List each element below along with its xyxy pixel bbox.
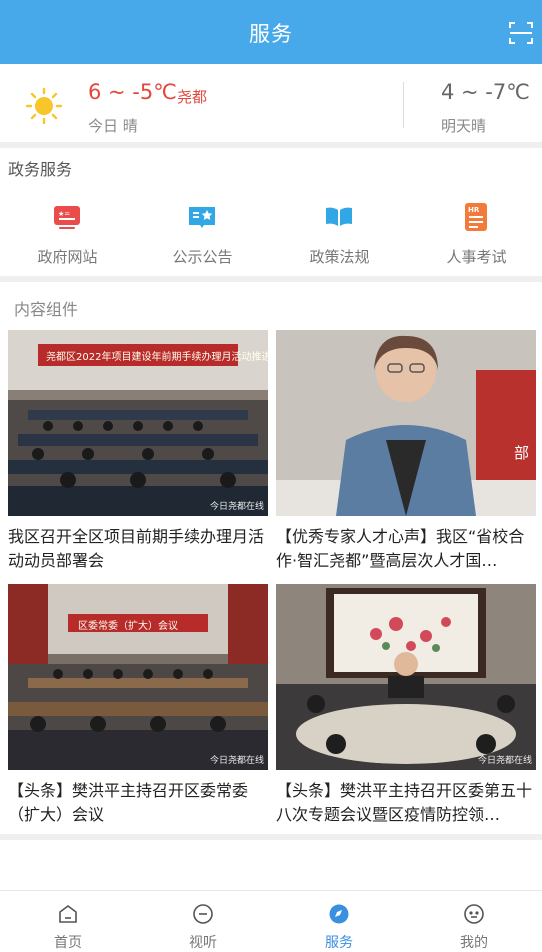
city-name: 尧都 (177, 88, 208, 106)
divider (403, 82, 404, 128)
today-temperature: 6 ~ -5℃ (88, 80, 177, 104)
home-icon (57, 903, 79, 925)
hr-exam-icon: HR (461, 202, 491, 232)
tab-label: 我的 (460, 935, 488, 951)
page-title: 服务 (249, 22, 293, 46)
book-icon (324, 202, 354, 232)
gov-item-hr-exam[interactable]: HR 人事考试 (409, 196, 542, 274)
svg-text:★=: ★= (58, 210, 70, 218)
tab-label: 视听 (189, 935, 217, 951)
banner-text: 区委常委（扩大）会议 (78, 621, 178, 632)
banner-text: 尧都区2022年项目建设年前期手续办理月活动推进会 (46, 352, 268, 363)
news-title: 【头条】樊洪平主持召开区委常委（扩大）会议 (8, 781, 249, 824)
content-section-title: 内容组件 (14, 300, 79, 319)
bottom-tab-bar: 首页 视听 服务 我的 (0, 890, 542, 952)
news-card[interactable]: 今日尧都在线 区委常委（扩大）会议 【头条】樊洪平主持召开区委常委（扩大）会议 (8, 584, 268, 830)
notice-icon (187, 202, 217, 232)
tab-media[interactable]: 视听 (135, 891, 271, 952)
tab-profile[interactable]: 我的 (406, 891, 542, 952)
tomorrow-weather: 明天晴 (441, 117, 487, 135)
weather-panel[interactable]: 6 ~ -5℃ 尧都 今日 晴 4 ~ -7℃ 明天晴 (0, 64, 542, 144)
news-image: 今日尧都在线 区委常委（扩大）会议 (8, 584, 268, 770)
banner-text: 部 (514, 444, 530, 462)
today-weather: 今日 晴 (88, 117, 138, 135)
gov-item-label: 人事考试 (446, 248, 507, 266)
tab-label: 服务 (325, 935, 353, 951)
profile-icon (463, 903, 485, 925)
tomorrow-temperature: 4 ~ -7℃ (441, 80, 530, 104)
news-card[interactable]: 今日尧都在线 尧都区2022年项目建设年前期手续办理月活动推进会 我区召开全区项… (8, 330, 268, 576)
gov-item-notice[interactable]: 公示公告 (135, 196, 270, 274)
news-image: 今日尧都在线 尧都区2022年项目建设年前期手续办理月活动推进会 (8, 330, 268, 516)
gov-service-grid: ★= 政府网站 公示公告 政策法规 HR 人事考试 (0, 196, 542, 274)
app-header: 服务 (0, 0, 542, 64)
news-image: 今日尧都在线 (276, 584, 536, 770)
media-icon (192, 903, 214, 925)
gov-website-icon: ★= (52, 202, 82, 232)
image-watermark: 今日尧都在线 (209, 502, 264, 512)
image-watermark: 今日尧都在线 (477, 756, 532, 766)
news-title: 【头条】樊洪平主持召开区委第五十八次专题会议暨区疫情防控领… (276, 781, 533, 824)
tab-home[interactable]: 首页 (0, 891, 136, 952)
gov-section-title: 政务服务 (8, 160, 73, 179)
service-icon (328, 903, 350, 925)
gov-item-label: 政府网站 (37, 248, 98, 266)
tab-label: 首页 (54, 935, 82, 951)
sun-icon (25, 87, 63, 125)
gov-item-website[interactable]: ★= 政府网站 (0, 196, 135, 274)
news-card[interactable]: 部 【优秀专家人才心声】我区“省校合作·智汇尧都”暨高层次人才国… (276, 330, 536, 576)
scan-icon[interactable] (508, 20, 534, 46)
tab-service[interactable]: 服务 (271, 891, 407, 952)
gov-item-label: 政策法规 (309, 248, 370, 266)
section-divider (0, 142, 542, 148)
image-watermark: 今日尧都在线 (209, 756, 264, 766)
svg-text:HR: HR (468, 206, 480, 214)
news-title: 我区召开全区项目前期手续办理月活动动员部署会 (8, 527, 265, 570)
section-divider (0, 834, 542, 840)
news-card[interactable]: 今日尧都在线 【头条】樊洪平主持召开区委第五十八次专题会议暨区疫情防控领… (276, 584, 536, 830)
gov-item-policy[interactable]: 政策法规 (272, 196, 407, 274)
gov-item-label: 公示公告 (172, 248, 233, 266)
news-image: 部 (276, 330, 536, 516)
news-title: 【优秀专家人才心声】我区“省校合作·智汇尧都”暨高层次人才国… (276, 527, 525, 570)
section-divider (0, 276, 542, 282)
